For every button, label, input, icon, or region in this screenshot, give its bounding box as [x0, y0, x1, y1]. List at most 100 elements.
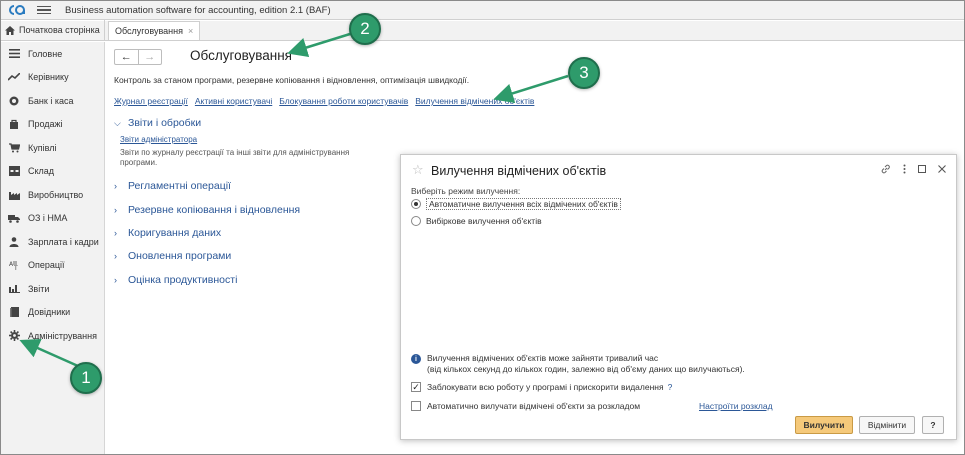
- sidebar-item-purchases[interactable]: Купівлі: [1, 136, 104, 160]
- sidebar-item-catalogs[interactable]: Довідники: [1, 301, 104, 325]
- close-tab-icon[interactable]: ×: [188, 26, 193, 36]
- radio-auto-delete[interactable]: Автоматичне вилучення всіх відмічених об…: [411, 198, 621, 210]
- sidebar-item-label: Адміністрування: [28, 330, 97, 341]
- sidebar-item-label: Продажі: [28, 119, 63, 130]
- sidebar-item-label: ОЗ і НМА: [28, 213, 68, 224]
- link-icon[interactable]: [881, 164, 891, 177]
- chevron-down-icon: ⌵: [114, 117, 121, 128]
- section-label: Резервне копіювання і відновлення: [128, 204, 301, 216]
- star-icon[interactable]: ☆: [412, 162, 424, 178]
- chevron-right-icon: ›: [114, 275, 117, 285]
- section-label: Оновлення програми: [128, 250, 232, 262]
- link-active-users[interactable]: Активні користувачі: [195, 96, 272, 106]
- book-icon: [8, 306, 20, 318]
- link-event-log[interactable]: Журнал реєстрації: [114, 96, 188, 106]
- main-menu-icon[interactable]: [37, 5, 51, 15]
- help-button[interactable]: ?: [922, 416, 944, 434]
- info-line-2: (від кількох секунд до кількох годин, за…: [427, 364, 745, 374]
- admin-reports-description: Звіти по журналу реєстрації та інші звіт…: [120, 148, 350, 167]
- chevron-right-icon: ›: [114, 205, 117, 215]
- forward-button[interactable]: →: [139, 50, 162, 64]
- callout-badge-3: 3: [568, 57, 600, 89]
- sidebar-item-label: Склад: [28, 166, 55, 177]
- sidebar-item-warehouse[interactable]: Склад: [1, 160, 104, 184]
- sidebar-item-label: Керівнику: [28, 72, 69, 83]
- callout-badge-1: 1: [70, 362, 102, 394]
- section-data-correction[interactable]: › Коригування даних: [114, 227, 221, 239]
- sidebar-item-sales[interactable]: Продажі: [1, 113, 104, 137]
- radio-selective-delete[interactable]: Вибіркове вилучення об'єктів: [411, 216, 542, 226]
- configure-schedule-link[interactable]: Настроїти розклад: [699, 401, 773, 411]
- tab-maintenance-label: Обслуговування: [115, 26, 183, 36]
- delete-button[interactable]: Вилучити: [795, 416, 853, 434]
- section-backup[interactable]: › Резервне копіювання і відновлення: [114, 204, 300, 216]
- sidebar-item-management[interactable]: Керівнику: [1, 66, 104, 90]
- operations-icon: AT: [8, 259, 20, 271]
- cancel-button[interactable]: Відмінити: [859, 416, 915, 434]
- home-icon: [5, 25, 15, 35]
- tab-maintenance[interactable]: Обслуговування ×: [108, 21, 201, 40]
- info-icon: i: [411, 354, 421, 364]
- link-user-locking[interactable]: Блокування роботи користувачів: [279, 96, 408, 106]
- sidebar-item-operations[interactable]: AT Операції: [1, 254, 104, 278]
- maximize-icon[interactable]: [918, 165, 926, 176]
- chevron-right-icon: ›: [114, 181, 117, 191]
- back-button[interactable]: ←: [115, 50, 139, 64]
- help-icon[interactable]: ?: [668, 382, 673, 392]
- info-line-1: Вилучення відмічених об'єктів може зайня…: [427, 353, 659, 363]
- mode-label: Виберіть режим вилучення:: [411, 186, 521, 196]
- sidebar-item-label: Зарплата і кадри: [28, 236, 99, 247]
- dialog-controls: [881, 164, 946, 177]
- section-label: Звіти і обробки: [128, 117, 202, 129]
- sidebar-item-label: Виробництво: [28, 189, 84, 200]
- gear-icon: [8, 330, 20, 342]
- section-label: Регламентні операції: [128, 180, 231, 192]
- page-title: Обслуговування: [190, 48, 292, 63]
- sidebar-item-label: Банк і каса: [28, 95, 74, 106]
- sidebar-item-fixed-assets[interactable]: ОЗ і НМА: [1, 207, 104, 231]
- app-title: Business automation software for account…: [65, 4, 331, 16]
- bar-chart-icon: [8, 283, 20, 295]
- chevron-right-icon: ›: [114, 228, 117, 238]
- sidebar-item-bank[interactable]: Банк і каса: [1, 89, 104, 113]
- lock-work-checkbox-row[interactable]: ✓ Заблокувати всю роботу у програмі і пр…: [411, 382, 672, 392]
- link-admin-reports[interactable]: Звіти адміністратора: [120, 135, 197, 144]
- app-logo-icon[interactable]: [7, 3, 29, 17]
- schedule-checkbox-row[interactable]: Автоматично вилучати відмічені об'єкти з…: [411, 401, 640, 411]
- more-icon[interactable]: [903, 164, 906, 177]
- radio-button[interactable]: [411, 199, 421, 209]
- sidebar-item-administration[interactable]: Адміністрування: [1, 324, 104, 348]
- section-update[interactable]: › Оновлення програми: [114, 250, 231, 262]
- radio-button[interactable]: [411, 216, 421, 226]
- section-scheduled-ops[interactable]: › Регламентні операції: [114, 180, 231, 192]
- title-bar: Business automation software for account…: [1, 1, 964, 20]
- page-description: Контроль за станом програми, резервне ко…: [114, 75, 470, 85]
- sidebar-item-label: Звіти: [28, 283, 50, 294]
- dialog-title: Вилучення відмічених об'єктів: [431, 164, 607, 178]
- svg-text:T: T: [13, 265, 18, 270]
- sidebar-item-label: Головне: [28, 48, 63, 59]
- sidebar-item-reports[interactable]: Звіти: [1, 277, 104, 301]
- tab-home-label: Початкова сторінка: [19, 25, 100, 35]
- factory-icon: [8, 189, 20, 201]
- section-reports[interactable]: ⌵ Звіти і обробки: [114, 117, 201, 129]
- section-label: Оцінка продуктивності: [128, 274, 238, 286]
- shopping-bag-icon: [8, 118, 20, 130]
- sidebar-item-payroll[interactable]: Зарплата і кадри: [1, 230, 104, 254]
- sidebar-item-main[interactable]: Головне: [1, 42, 104, 66]
- radio-selective-label: Вибіркове вилучення об'єктів: [426, 216, 542, 226]
- chevron-right-icon: ›: [114, 251, 117, 261]
- info-message: i Вилучення відмічених об'єктів може зай…: [411, 353, 745, 375]
- lock-work-label: Заблокувати всю роботу у програмі і прис…: [427, 382, 664, 392]
- sidebar-item-label: Купівлі: [28, 142, 57, 153]
- lock-work-checkbox[interactable]: ✓: [411, 382, 421, 392]
- link-delete-marked[interactable]: Вилучення відмічених об'єктів: [415, 96, 534, 106]
- schedule-checkbox[interactable]: [411, 401, 421, 411]
- section-performance[interactable]: › Оцінка продуктивності: [114, 274, 237, 286]
- nav-buttons: ← →: [114, 49, 162, 65]
- sidebar-item-label: Довідники: [28, 307, 71, 318]
- schedule-label: Автоматично вилучати відмічені об'єкти з…: [427, 401, 641, 411]
- close-icon[interactable]: [938, 165, 946, 176]
- sidebar-item-production[interactable]: Виробництво: [1, 183, 104, 207]
- tab-home[interactable]: Початкова сторінка: [1, 20, 105, 40]
